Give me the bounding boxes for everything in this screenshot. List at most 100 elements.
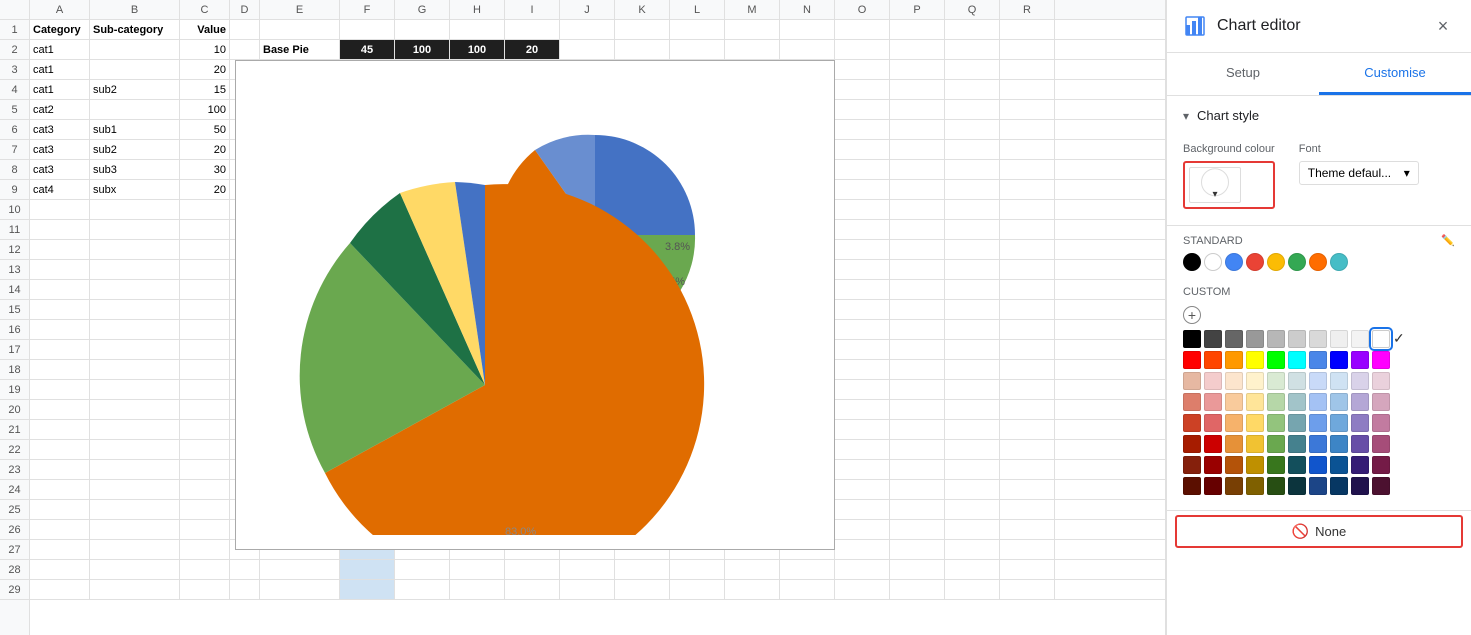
cell-b5[interactable]	[90, 100, 180, 119]
swatch-ff00ff[interactable]	[1372, 351, 1390, 369]
swatch-yellow[interactable]	[1267, 253, 1285, 271]
chart-container[interactable]: 3.8% 7.5% 5.7%	[235, 60, 835, 550]
swatch-f1c232[interactable]	[1246, 435, 1264, 453]
cell-o2[interactable]	[835, 40, 890, 59]
cell-b6[interactable]: sub1	[90, 120, 180, 139]
chart-style-header[interactable]: ▾ Chart style	[1167, 96, 1471, 135]
cell-b8[interactable]: sub3	[90, 160, 180, 179]
cell-q8[interactable]	[945, 160, 1000, 179]
cell-o1[interactable]	[835, 20, 890, 39]
swatch-00ffff[interactable]	[1288, 351, 1306, 369]
cell-r1[interactable]	[1000, 20, 1055, 39]
tab-setup[interactable]: Setup	[1167, 53, 1319, 95]
cell-e1[interactable]	[260, 20, 340, 39]
swatch-c9daf8[interactable]	[1309, 372, 1327, 390]
cell-r6[interactable]	[1000, 120, 1055, 139]
swatch-9900ff[interactable]	[1351, 351, 1369, 369]
cell-d2[interactable]	[230, 40, 260, 59]
cell-o8[interactable]	[835, 160, 890, 179]
tab-customise[interactable]: Customise	[1319, 53, 1471, 95]
cell-a7[interactable]: cat3	[30, 140, 90, 159]
swatch-0b5394[interactable]	[1330, 456, 1348, 474]
cell-a10[interactable]	[30, 200, 90, 219]
swatch-5b0f00[interactable]	[1183, 477, 1201, 495]
swatch-434343[interactable]	[1204, 330, 1222, 348]
cell-c8[interactable]: 30	[180, 160, 230, 179]
cell-p12[interactable]	[890, 240, 945, 259]
swatch-0c343d[interactable]	[1288, 477, 1306, 495]
cell-q12[interactable]	[945, 240, 1000, 259]
cell-c2[interactable]: 10	[180, 40, 230, 59]
swatch-cc0000[interactable]	[1204, 435, 1222, 453]
cell-r13[interactable]	[1000, 260, 1055, 279]
cell-q5[interactable]	[945, 100, 1000, 119]
none-button[interactable]: 🚫 None	[1175, 515, 1463, 548]
swatch-741b47[interactable]	[1372, 456, 1390, 474]
cell-b13[interactable]	[90, 260, 180, 279]
swatch-274e13[interactable]	[1267, 477, 1285, 495]
cell-c5[interactable]: 100	[180, 100, 230, 119]
swatch-ea9999[interactable]	[1204, 393, 1222, 411]
swatch-d9d2e9[interactable]	[1351, 372, 1369, 390]
swatch-999999[interactable]	[1246, 330, 1264, 348]
cell-k1[interactable]	[615, 20, 670, 39]
swatch-a4c2f4[interactable]	[1309, 393, 1327, 411]
cell-r11[interactable]	[1000, 220, 1055, 239]
swatch-4c1130[interactable]	[1372, 477, 1390, 495]
cell-a1[interactable]: Category	[30, 20, 90, 39]
cell-p10[interactable]	[890, 200, 945, 219]
swatch-990000[interactable]	[1204, 456, 1222, 474]
cell-h1[interactable]	[450, 20, 505, 39]
bg-colour-selector[interactable]: ▾	[1183, 161, 1275, 209]
cell-o7[interactable]	[835, 140, 890, 159]
swatch-1155cc[interactable]	[1309, 456, 1327, 474]
swatch-6d9eeb[interactable]	[1309, 414, 1327, 432]
cell-i1[interactable]	[505, 20, 560, 39]
cell-a5[interactable]: cat2	[30, 100, 90, 119]
swatch-bf9000[interactable]	[1246, 456, 1264, 474]
bg-colour-box[interactable]: ▾	[1189, 167, 1241, 203]
cell-o4[interactable]	[835, 80, 890, 99]
cell-n2[interactable]	[780, 40, 835, 59]
cell-c1[interactable]: Value	[180, 20, 230, 39]
cell-p6[interactable]	[890, 120, 945, 139]
close-button[interactable]: ×	[1431, 14, 1455, 38]
swatch-f4cccc[interactable]	[1204, 372, 1222, 390]
swatch-f6b26b[interactable]	[1225, 414, 1243, 432]
swatch-orange[interactable]	[1309, 253, 1327, 271]
swatch-8e7cc3[interactable]	[1351, 414, 1369, 432]
swatch-20124d[interactable]	[1351, 477, 1369, 495]
swatch-ffe599[interactable]	[1246, 393, 1264, 411]
swatch-85200c[interactable]	[1183, 456, 1201, 474]
cell-c12[interactable]	[180, 240, 230, 259]
cell-q2[interactable]	[945, 40, 1000, 59]
swatch-e69138[interactable]	[1225, 435, 1243, 453]
cell-a3[interactable]: cat1	[30, 60, 90, 79]
cell-r7[interactable]	[1000, 140, 1055, 159]
cell-q13[interactable]	[945, 260, 1000, 279]
cell-b3[interactable]	[90, 60, 180, 79]
cell-c3[interactable]: 20	[180, 60, 230, 79]
cell-c10[interactable]	[180, 200, 230, 219]
cell-g1[interactable]	[395, 20, 450, 39]
swatch-93c47d[interactable]	[1267, 414, 1285, 432]
swatch-e6b8a2[interactable]	[1183, 372, 1201, 390]
swatch-d9d9d9[interactable]	[1309, 330, 1327, 348]
cell-g2[interactable]: 100	[395, 40, 450, 59]
cell-b9[interactable]: subx	[90, 180, 180, 199]
cell-r10[interactable]	[1000, 200, 1055, 219]
cell-o10[interactable]	[835, 200, 890, 219]
swatch-green[interactable]	[1288, 253, 1306, 271]
cell-q3[interactable]	[945, 60, 1000, 79]
cell-b12[interactable]	[90, 240, 180, 259]
swatch-cfe2f3[interactable]	[1330, 372, 1348, 390]
swatch-f3f3f3[interactable]	[1351, 330, 1369, 348]
swatch-000000[interactable]	[1183, 330, 1201, 348]
swatch-efefef[interactable]	[1330, 330, 1348, 348]
swatch-cc4125[interactable]	[1183, 414, 1201, 432]
swatch-d5a6bd[interactable]	[1372, 393, 1390, 411]
cell-r5[interactable]	[1000, 100, 1055, 119]
cell-p9[interactable]	[890, 180, 945, 199]
cell-j2[interactable]	[560, 40, 615, 59]
spreadsheet-grid[interactable]: Category Sub-category Value	[30, 20, 1165, 635]
